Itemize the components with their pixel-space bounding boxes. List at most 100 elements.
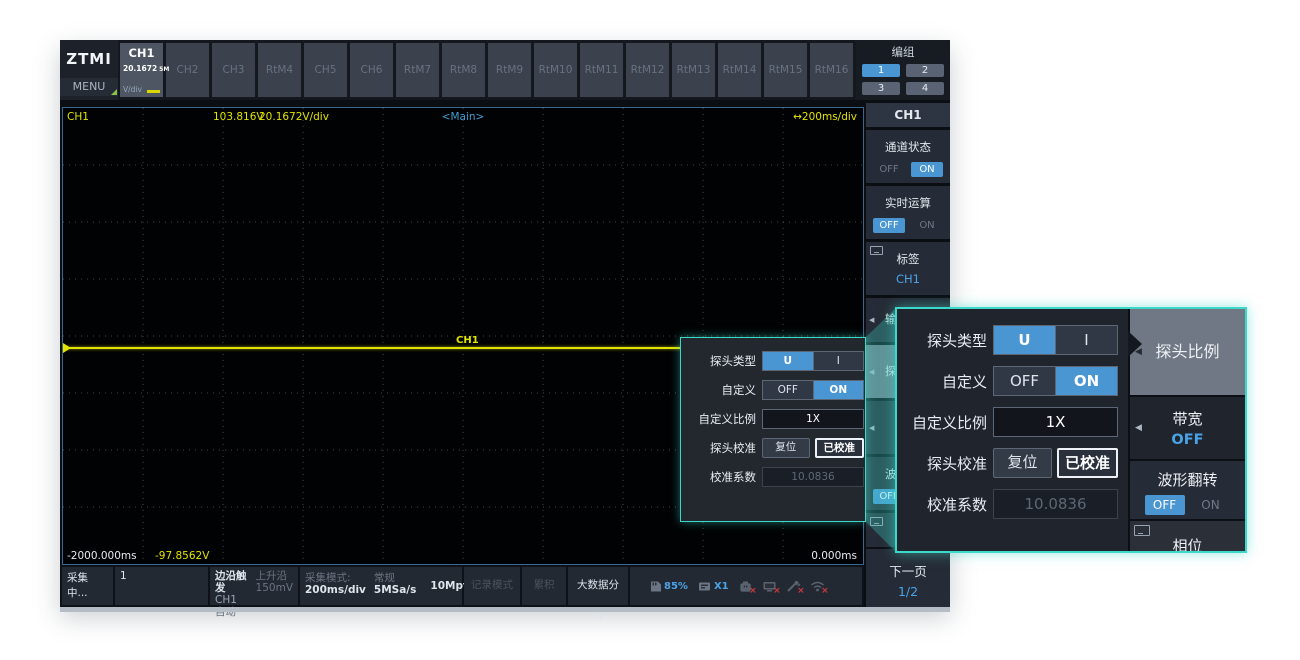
custom-ratio-row: 自定义比例1X	[690, 409, 856, 429]
probe-cal-button-0[interactable]: 复位	[762, 438, 810, 458]
custom-ratio-row: 自定义比例1X	[905, 407, 1120, 437]
realtime-math-on[interactable]: ON	[911, 218, 943, 233]
channel-state-on[interactable]: ON	[911, 162, 943, 177]
probe-cal-label: 探头校准	[905, 453, 987, 474]
probe-cal-row: 探头校准复位已校准	[690, 438, 856, 458]
magnified-sidebar-menu: ◀ 探头比例 ◀ 带宽 OFF 波形翻转 OFF ON 相位	[1130, 309, 1245, 551]
probe-ratio-dialog-magnified: 探头类型UI自定义OFFON自定义比例1X探头校准复位已校准校准系数10.083…	[897, 309, 1128, 551]
brand-logo: ZTMI	[60, 50, 118, 68]
label-value: CH1	[866, 272, 950, 286]
tab-rtm9[interactable]: RtM9	[488, 43, 531, 97]
dialog-pointer-icon	[1128, 331, 1142, 357]
probe-type-label: 探头类型	[690, 353, 756, 369]
probe-type-i-button[interactable]: I	[1055, 326, 1117, 354]
tab-ch3[interactable]: CH3	[212, 43, 255, 97]
tab-rtm15[interactable]: RtM15	[764, 43, 807, 97]
invert-off[interactable]: OFF	[1145, 495, 1185, 515]
probe-cal-label: 探头校准	[690, 440, 756, 456]
custom-ratio-input[interactable]: 1X	[993, 407, 1118, 437]
invert-on[interactable]: ON	[1191, 495, 1231, 515]
group-title: 编组	[856, 44, 950, 60]
tab-rtm14[interactable]: RtM14	[718, 43, 761, 97]
sidebar-item-label[interactable]: 标签 CH1	[866, 242, 950, 295]
custom-label: 自定义	[690, 382, 756, 398]
probe-disconnected-icon: ×	[786, 580, 801, 593]
group-button-1[interactable]: 1	[862, 64, 900, 77]
menu-button[interactable]: MENU	[60, 78, 118, 96]
channel-readout: CH1	[67, 111, 89, 123]
realtime-math-off[interactable]: OFF	[873, 218, 905, 233]
group-button-2[interactable]: 2	[906, 64, 944, 77]
tab-ch2[interactable]: CH2	[166, 43, 209, 97]
probe-cal-button-1[interactable]: 已校准	[815, 438, 865, 458]
system-icons: 85% X1 × × ×	[630, 567, 862, 605]
status-bar: 采集中... 1 边沿触发 CH1 自动 上升沿 150mV 采集模式:	[60, 565, 864, 607]
logo-block: ZTMI MENU	[60, 40, 118, 100]
probe-cal-row: 探头校准复位已校准	[905, 448, 1120, 478]
probe-cal-button-0[interactable]: 复位	[993, 448, 1052, 478]
bandwidth-value: OFF	[1130, 432, 1245, 448]
time-right-readout: 0.000ms	[811, 550, 857, 562]
magnified-callout: 探头类型UI自定义OFFON自定义比例1X探头校准复位已校准校准系数10.083…	[895, 307, 1247, 553]
next-page-button[interactable]: 下一页 1/2	[866, 549, 950, 607]
custom-on-button[interactable]: ON	[813, 381, 864, 399]
multiplier-icon: X1	[697, 580, 729, 593]
tab-rtm10[interactable]: RtM10	[534, 43, 577, 97]
custom-label: 自定义	[905, 371, 987, 392]
trace-color-swatch	[147, 90, 160, 93]
tab-rtm13[interactable]: RtM13	[672, 43, 715, 97]
tab-ch1[interactable]: CH120.16725MV/div	[120, 43, 163, 97]
cal-coef-input: 10.0836	[993, 489, 1118, 519]
accumulate-status: 累积	[522, 567, 566, 605]
sidebar-item-realtime-math[interactable]: 实时运算 OFF ON	[866, 186, 950, 239]
group-button-4[interactable]: 4	[906, 82, 944, 95]
time-left-readout: -2000.000ms	[67, 550, 137, 562]
custom-off-button[interactable]: OFF	[994, 367, 1055, 395]
display-disconnected-icon: ×	[762, 580, 777, 593]
sidebar-title: CH1	[866, 103, 950, 127]
sd-card-icon: 85%	[647, 580, 688, 593]
menu-item-phase[interactable]: 相位	[1130, 521, 1245, 551]
menu-item-invert[interactable]: 波形翻转 OFF ON	[1130, 461, 1245, 519]
submenu-arrow-icon: ◀	[869, 316, 874, 324]
probe-type-i-button[interactable]: I	[813, 352, 864, 370]
level-readout: 103.816V	[213, 111, 264, 123]
custom-ratio-label: 自定义比例	[690, 411, 756, 427]
acquire-status: 采集中...	[62, 567, 113, 605]
menu-corner-icon	[111, 89, 117, 95]
tab-rtm7[interactable]: RtM7	[396, 43, 439, 97]
tab-ch6[interactable]: CH6	[350, 43, 393, 97]
probe-type-row: 探头类型 UI	[905, 325, 1120, 355]
probe-cal-button-1[interactable]: 已校准	[1057, 448, 1118, 478]
keyboard-icon	[1134, 525, 1150, 536]
menu-item-bandwidth[interactable]: ◀ 带宽 OFF	[1130, 397, 1245, 459]
tab-rtm16[interactable]: RtM16	[810, 43, 853, 97]
probe-type-u-button[interactable]: U	[994, 326, 1055, 354]
tab-ch5[interactable]: CH5	[304, 43, 347, 97]
tab-rtm11[interactable]: RtM11	[580, 43, 623, 97]
trace-label: CH1	[456, 335, 479, 346]
channel-tabs: CH120.16725MV/divCH2CH3RtM4CH5CH6RtM7RtM…	[118, 40, 853, 100]
probe-type-u-button[interactable]: U	[763, 352, 813, 370]
record-mode-status: 记录模式	[464, 567, 520, 605]
cal-coef-input: 10.0836	[762, 467, 864, 487]
custom-off-button[interactable]: OFF	[763, 381, 813, 399]
tab-rtm8[interactable]: RtM8	[442, 43, 485, 97]
menu-item-probe-ratio[interactable]: ◀ 探头比例	[1130, 309, 1245, 395]
channel-state-off[interactable]: OFF	[873, 162, 905, 177]
view-label: <Main>	[442, 111, 485, 123]
tab-rtm12[interactable]: RtM12	[626, 43, 669, 97]
group-button-3[interactable]: 3	[862, 82, 900, 95]
custom-ratio-input[interactable]: 1X	[762, 409, 864, 429]
big-data-analysis[interactable]: 大数据分析	[568, 567, 628, 605]
custom-on-button[interactable]: ON	[1055, 367, 1117, 395]
sidebar-item-channel-state[interactable]: 通道状态 OFF ON	[866, 130, 950, 183]
cal-coef-label: 校准系数	[690, 469, 756, 485]
group-panel: 编组 1234	[856, 40, 950, 100]
submenu-arrow-icon: ◀	[1135, 423, 1142, 433]
probe-type-label: 探头类型	[905, 330, 987, 351]
wifi-disconnected-icon: ×	[810, 580, 825, 593]
tab-rtm4[interactable]: RtM4	[258, 43, 301, 97]
custom-row: 自定义 OFFON	[905, 366, 1120, 396]
trigger-info: 边沿触发 CH1 自动 上升沿 150mV	[210, 567, 298, 605]
